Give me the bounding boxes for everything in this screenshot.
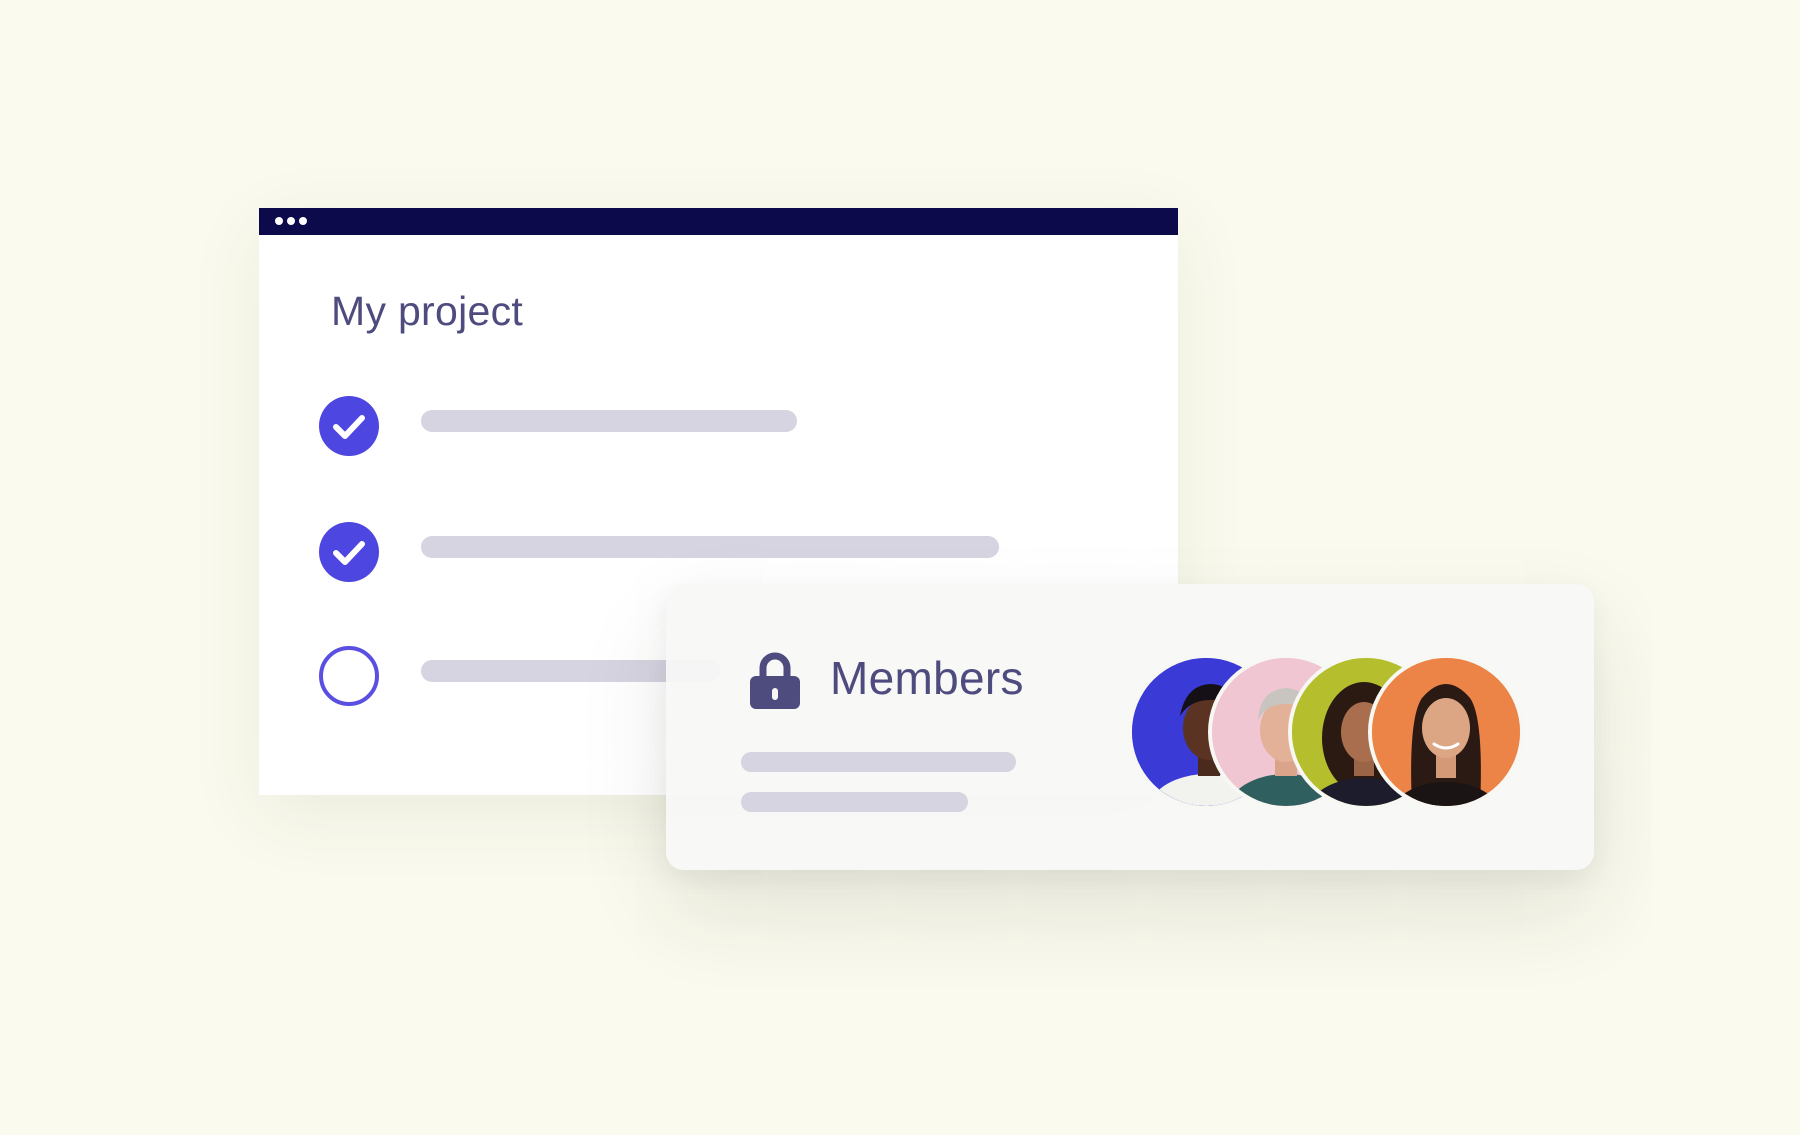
- person-portrait-icon: [1372, 658, 1520, 806]
- window-dot: [287, 217, 295, 225]
- task-checkbox-checked[interactable]: [319, 396, 379, 456]
- task-row: [319, 396, 1119, 456]
- window-dot: [275, 217, 283, 225]
- member-avatar-stack[interactable]: [1128, 654, 1528, 810]
- window-dot: [299, 217, 307, 225]
- task-row: [319, 522, 1119, 582]
- lock-icon: [750, 652, 800, 709]
- task-placeholder-bar: [421, 536, 999, 558]
- task-checkbox-unchecked[interactable]: [319, 646, 379, 706]
- members-placeholder-bar: [741, 752, 1016, 772]
- task-checkbox-checked[interactable]: [319, 522, 379, 582]
- checkmark-icon: [333, 541, 365, 565]
- checkmark-icon: [333, 415, 365, 439]
- members-title: Members: [830, 652, 1024, 704]
- window-title-bar: [259, 208, 1178, 235]
- project-title: My project: [331, 288, 524, 334]
- members-placeholder-bar: [741, 792, 968, 812]
- window-menu-dots-icon[interactable]: [275, 217, 307, 225]
- members-card[interactable]: Members: [666, 584, 1594, 870]
- member-avatar[interactable]: [1368, 654, 1524, 810]
- task-placeholder-bar: [421, 410, 797, 432]
